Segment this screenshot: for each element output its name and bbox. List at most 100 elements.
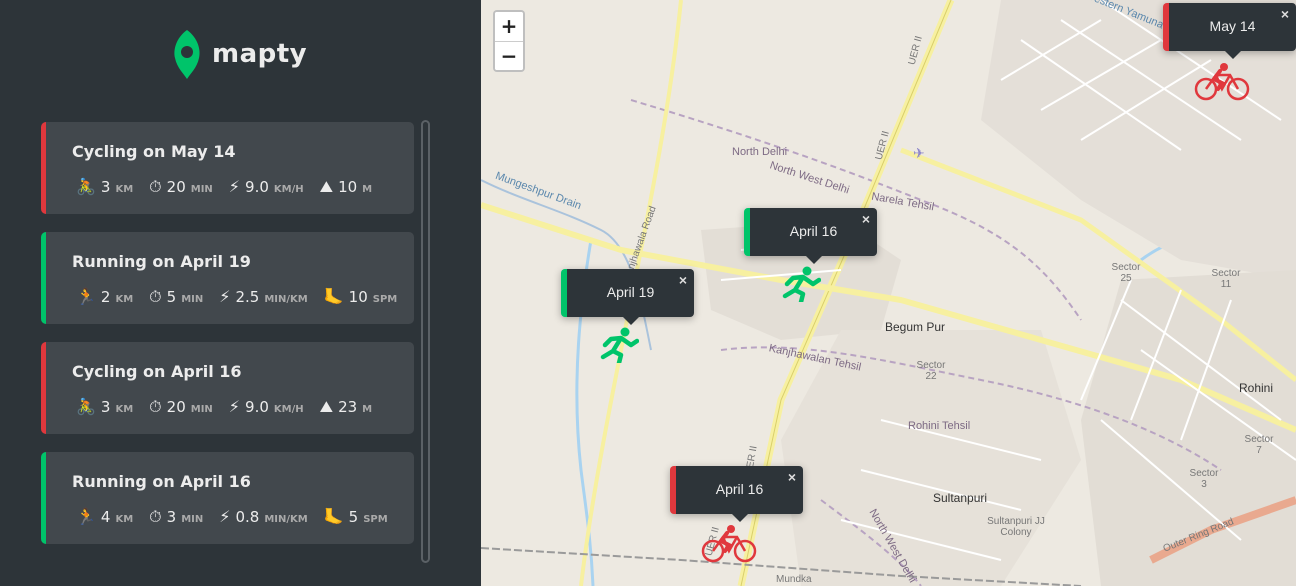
map[interactable]: ✈ North Delhi North West Delhi Narela Te… (481, 0, 1296, 586)
workout-unit: KM (115, 184, 134, 195)
workout-detail: ⛰ 10 M (320, 177, 373, 197)
popup-text: April 19 (606, 284, 655, 300)
stopwatch-icon: ⏱ (149, 397, 162, 416)
workout-title: Running on April 19 (72, 252, 251, 271)
workout-details: 🚴 3 KM ⏱ 20 MIN ⚡ 9.0 KM/H ⛰ 10 M (76, 177, 388, 197)
workout-detail: 🦶 5 SPM (324, 507, 388, 526)
popup-tip (730, 513, 749, 522)
map-label: Begum Pur (885, 320, 946, 334)
workout-value: 9.0 (245, 178, 269, 196)
close-icon[interactable]: × (1281, 6, 1289, 22)
workout-card[interactable]: Running on April 19 🏃 2 KM ⏱ 5 MIN ⚡ 2.5 MIN/KM 🦶… (41, 232, 414, 324)
workout-value: 2.5 (235, 288, 260, 306)
workout-list: Cycling on May 14 🚴 3 KM ⏱ 20 MIN ⚡ 9.0 KM/H ⛰ 10 M… (41, 122, 414, 562)
app-title: mapty (212, 39, 308, 69)
lightning-icon: ⚡ (219, 287, 231, 306)
popup-text: April 16 (715, 481, 764, 497)
map-label: Sultanpuri (933, 491, 988, 505)
popup-tip (804, 255, 823, 264)
workout-unit: SPM (372, 294, 398, 305)
workout-detail: 🚴 3 KM (76, 397, 133, 416)
workout-details: 🚴 3 KM ⏱ 20 MIN ⚡ 9.0 KM/H ⛰ 23 M (76, 397, 388, 417)
workout-detail: 🏃 2 KM (76, 287, 133, 306)
workout-value: 2 (100, 288, 111, 306)
sidebar: mapty Cycling on May 14 🚴 3 KM ⏱ 20 MIN ⚡ 9.0 KM… (0, 0, 481, 586)
popup-text: April 16 (789, 223, 838, 239)
workout-unit: KM (115, 404, 134, 415)
lightning-icon: ⚡ (228, 397, 241, 416)
workout-title: Cycling on April 16 (72, 362, 242, 381)
workout-detail: ⏱ 5 MIN (149, 287, 203, 307)
workout-popup[interactable]: May 14 × (1163, 3, 1296, 59)
workout-unit: M (362, 404, 373, 415)
workout-card[interactable]: Running on April 16 🏃 4 KM ⏱ 3 MIN ⚡ 0.8 MIN/KM 🦶… (41, 452, 414, 544)
workout-popup[interactable]: April 16 × (670, 466, 803, 522)
workout-detail: ⚡ 0.8 MIN/KM (219, 507, 308, 526)
close-icon[interactable]: × (862, 211, 870, 227)
cyclist-marker-icon[interactable] (701, 525, 759, 563)
map-label: Rohini (1239, 381, 1274, 395)
map-pin-logo-icon (174, 30, 200, 79)
logo: mapty (172, 28, 307, 80)
mountain-icon: ⛰ (319, 397, 334, 416)
workout-popup[interactable]: April 16 × (744, 208, 877, 264)
workout-card[interactable]: Cycling on April 16 🚴 3 KM ⏱ 20 MIN ⚡ 9.0 KM/H ⛰ 2… (41, 342, 414, 434)
workout-value: 10 (348, 288, 368, 306)
runner-marker-icon[interactable] (779, 266, 821, 302)
map-label: Sector 11 (1211, 268, 1241, 290)
workout-card[interactable]: Cycling on May 14 🚴 3 KM ⏱ 20 MIN ⚡ 9.0 KM/H ⛰ 10 M (41, 122, 414, 214)
workout-unit: MIN/KM (264, 294, 308, 305)
workout-unit: KM (115, 514, 134, 525)
workout-title: Cycling on May 14 (72, 142, 236, 161)
map-label: Sultanpuri JJ Colony (987, 516, 1045, 538)
workout-value: 9.0 (245, 398, 269, 416)
workout-detail: ⚡ 2.5 MIN/KM (219, 287, 308, 306)
map-label: Sector 7 (1244, 434, 1274, 456)
cyclist-icon: 🚴 (76, 397, 96, 416)
map-label: Mundka (776, 574, 812, 585)
workout-unit: M (362, 184, 373, 195)
footprint-icon: 🦶 (323, 287, 344, 306)
lightning-icon: ⚡ (228, 177, 241, 196)
popup-text: May 14 (1209, 18, 1256, 34)
map-label: Sector 3 (1189, 468, 1219, 490)
mountain-icon: ⛰ (319, 177, 334, 196)
cyclist-marker-icon[interactable] (1194, 63, 1252, 101)
workout-detail: 🦶 10 SPM (324, 287, 398, 306)
cyclist-icon: 🚴 (76, 177, 96, 196)
footprint-icon: 🦶 (323, 507, 344, 526)
workout-unit: SPM (363, 514, 388, 525)
popup-tip (621, 316, 640, 325)
runner-marker-icon[interactable] (597, 327, 639, 363)
zoom-in-button[interactable]: + (495, 12, 523, 41)
map-label: Sector 25 (1111, 262, 1141, 284)
popup-tip (1223, 50, 1242, 59)
workout-details: 🏃 2 KM ⏱ 5 MIN ⚡ 2.5 MIN/KM 🦶 10 SPM (76, 287, 413, 307)
runner-icon: 🏃 (76, 287, 96, 306)
svg-text:✈: ✈ (913, 146, 925, 162)
workout-unit: MIN (181, 294, 204, 305)
workout-details: 🏃 4 KM ⏱ 3 MIN ⚡ 0.8 MIN/KM 🦶 5 SPM (76, 507, 404, 527)
workout-detail: ⏱ 3 MIN (149, 507, 203, 527)
stopwatch-icon: ⏱ (149, 177, 162, 196)
workout-value: 20 (166, 178, 186, 196)
workout-list-scrollbar[interactable] (421, 120, 430, 563)
lightning-icon: ⚡ (219, 507, 231, 526)
close-icon[interactable]: × (788, 469, 796, 485)
workout-title: Running on April 16 (72, 472, 251, 491)
workout-unit: KM/H (273, 404, 304, 415)
workout-value: 3 (166, 508, 177, 526)
workout-value: 23 (338, 398, 358, 416)
stopwatch-icon: ⏱ (149, 507, 162, 526)
workout-unit: MIN (181, 514, 204, 525)
workout-detail: ⏱ 20 MIN (149, 397, 213, 417)
workout-unit: MIN/KM (264, 514, 308, 525)
workout-detail: 🚴 3 KM (76, 177, 133, 196)
zoom-out-button[interactable]: − (495, 41, 523, 70)
workout-detail: ⛰ 23 M (320, 397, 373, 417)
close-icon[interactable]: × (679, 272, 687, 288)
workout-detail: ⚡ 9.0 KM/H (229, 397, 304, 416)
workout-popup[interactable]: April 19 × (561, 269, 694, 325)
workout-value: 20 (166, 398, 186, 416)
workout-value: 10 (338, 178, 358, 196)
